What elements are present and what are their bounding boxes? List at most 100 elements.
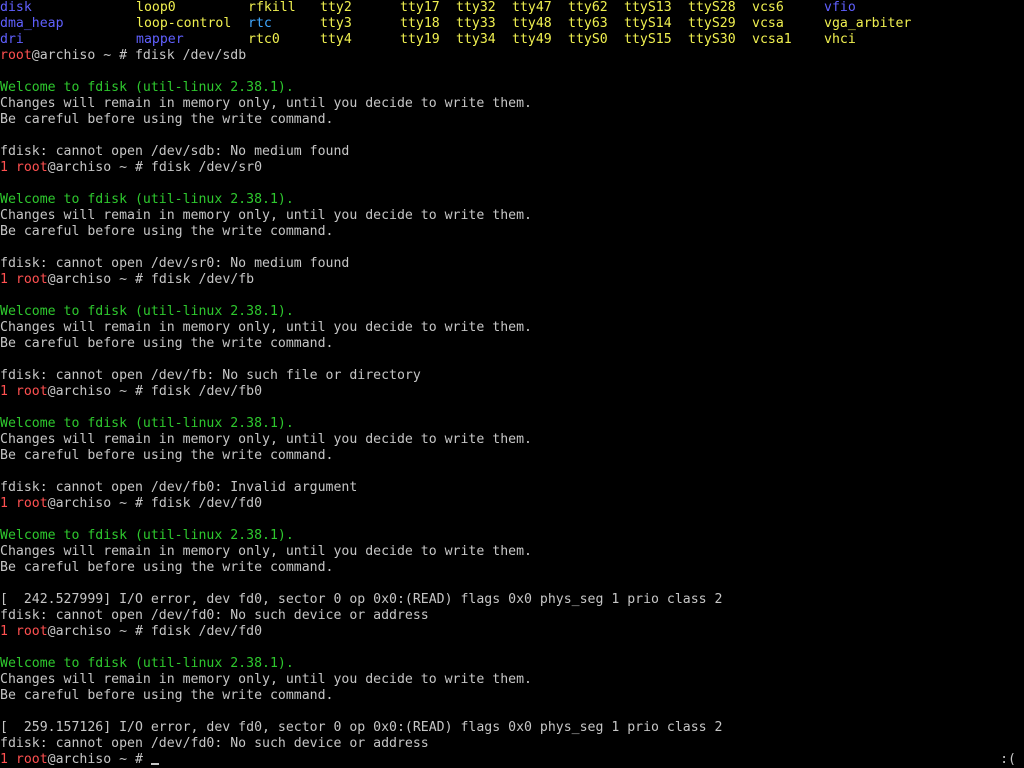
command-text: fdisk /dev/sr0 [150, 160, 263, 175]
prompt-host-path: @archiso ~ # [31, 48, 135, 63]
careful-note: Be careful before using the write comman… [0, 336, 334, 351]
welcome-text: Welcome to fdisk (util-linux 2.38.1). [0, 528, 294, 543]
error-line: fdisk: cannot open /dev/fd0: No such dev… [0, 608, 1024, 624]
exit-code: 1 [0, 752, 8, 767]
text-cursor [150, 763, 159, 765]
device-entry: ttyS15 [624, 32, 672, 47]
device-entry: rtc [248, 16, 272, 31]
corner-indicator: :( [1000, 752, 1016, 767]
welcome-line: Welcome to fdisk (util-linux 2.38.1). [0, 192, 1024, 208]
device-entry: dri [0, 32, 24, 47]
command-text: fdisk /dev/fd0 [150, 496, 263, 511]
device-entry: tty33 [456, 16, 496, 31]
error-message: fdisk: cannot open /dev/sdb: No medium f… [0, 144, 350, 159]
device-entry: tty2 [320, 0, 352, 15]
device-entry: disk [0, 0, 32, 15]
welcome-line: Welcome to fdisk (util-linux 2.38.1). [0, 416, 1024, 432]
careful-note-line: Be careful before using the write comman… [0, 336, 1024, 352]
prompt-line: 1 root@archiso ~ # fdisk /dev/sr0 [0, 160, 1024, 176]
error-line: fdisk: cannot open /dev/sdb: No medium f… [0, 144, 1024, 160]
device-listing-row: dri mapper rtc0 tty4 tty19 tty34 tty49 ttyS0 tty… [0, 32, 1024, 48]
prompt-line: 1 root@archiso ~ # fdisk /dev/fb [0, 272, 1024, 288]
prompt-line: 1 root@archiso ~ # fdisk /dev/fb0 [0, 384, 1024, 400]
welcome-line: Welcome to fdisk (util-linux 2.38.1). [0, 656, 1024, 672]
error-message: fdisk: cannot open /dev/fb: No such file… [0, 368, 421, 383]
prompt-host-path: @archiso ~ # [47, 160, 151, 175]
device-entry: vcsa1 [752, 32, 792, 47]
careful-note: Be careful before using the write comman… [0, 448, 334, 463]
active-prompt-line: 1 root@archiso ~ # [0, 752, 1024, 768]
careful-note: Be careful before using the write comman… [0, 688, 334, 703]
device-entry: tty34 [456, 32, 496, 47]
device-entry: ttyS14 [624, 16, 672, 31]
kernel-message-line: [ 242.527999] I/O error, dev fd0, sector… [0, 592, 1024, 608]
careful-note-line: Be careful before using the write comman… [0, 560, 1024, 576]
memory-note: Changes will remain in memory only, unti… [0, 432, 532, 447]
device-entry: vcsa [752, 16, 784, 31]
memory-note: Changes will remain in memory only, unti… [0, 96, 532, 111]
memory-note-line: Changes will remain in memory only, unti… [0, 544, 1024, 560]
welcome-line: Welcome to fdisk (util-linux 2.38.1). [0, 304, 1024, 320]
terminal-console[interactable]: disk loop0 rfkill tty2 tty17 tty32 tty47 tty62 t… [0, 0, 1024, 768]
prompt-user: root [15, 272, 48, 287]
prompt-line: root@archiso ~ # fdisk /dev/sdb [0, 48, 1024, 64]
careful-note: Be careful before using the write comman… [0, 560, 334, 575]
error-line: fdisk: cannot open /dev/fb: No such file… [0, 368, 1024, 384]
memory-note: Changes will remain in memory only, unti… [0, 544, 532, 559]
device-entry: vcs6 [752, 0, 784, 15]
prompt-line: 1 root@archiso ~ # fdisk /dev/fd0 [0, 624, 1024, 640]
exit-code: 1 [0, 496, 8, 511]
welcome-text: Welcome to fdisk (util-linux 2.38.1). [0, 80, 294, 95]
error-message: fdisk: cannot open /dev/fd0: No such dev… [0, 608, 429, 623]
memory-note-line: Changes will remain in memory only, unti… [0, 320, 1024, 336]
command-text: fdisk /dev/fd0 [150, 624, 263, 639]
error-message: fdisk: cannot open /dev/sr0: No medium f… [0, 256, 350, 271]
device-entry: vga_arbiter [824, 16, 912, 31]
error-line: fdisk: cannot open /dev/sr0: No medium f… [0, 256, 1024, 272]
careful-note-line: Be careful before using the write comman… [0, 448, 1024, 464]
memory-note: Changes will remain in memory only, unti… [0, 320, 532, 335]
careful-note-line: Be careful before using the write comman… [0, 224, 1024, 240]
device-entry: tty63 [568, 16, 608, 31]
command-text: fdisk /dev/fb0 [150, 384, 263, 399]
device-entry: vhci [824, 32, 856, 47]
memory-note-line: Changes will remain in memory only, unti… [0, 432, 1024, 448]
device-entry: mapper [136, 32, 184, 47]
device-entry: vfio [824, 0, 856, 15]
welcome-line: Welcome to fdisk (util-linux 2.38.1). [0, 528, 1024, 544]
memory-note-line: Changes will remain in memory only, unti… [0, 672, 1024, 688]
careful-note-line: Be careful before using the write comman… [0, 688, 1024, 704]
device-entry: rtc0 [248, 32, 280, 47]
command-text: fdisk /dev/sdb [134, 48, 247, 63]
careful-note: Be careful before using the write comman… [0, 112, 334, 127]
device-entry: ttyS29 [688, 16, 736, 31]
prompt-user: root [15, 384, 48, 399]
device-entry: tty48 [512, 16, 552, 31]
careful-note-line: Be careful before using the write comman… [0, 112, 1024, 128]
error-message: fdisk: cannot open /dev/fb0: Invalid arg… [0, 480, 358, 495]
device-listing-row: disk loop0 rfkill tty2 tty17 tty32 tty47 tty62 t… [0, 0, 1024, 16]
device-entry: tty47 [512, 0, 552, 15]
kernel-message-line: [ 259.157126] I/O error, dev fd0, sector… [0, 720, 1024, 736]
command-text: fdisk /dev/fb [150, 272, 255, 287]
prompt-user: root [15, 160, 48, 175]
device-entry: tty17 [400, 0, 440, 15]
kernel-message: [ 259.157126] I/O error, dev fd0, sector… [0, 720, 723, 735]
careful-note: Be careful before using the write comman… [0, 224, 334, 239]
prompt-user: root [15, 624, 48, 639]
device-entry: ttyS30 [688, 32, 736, 47]
